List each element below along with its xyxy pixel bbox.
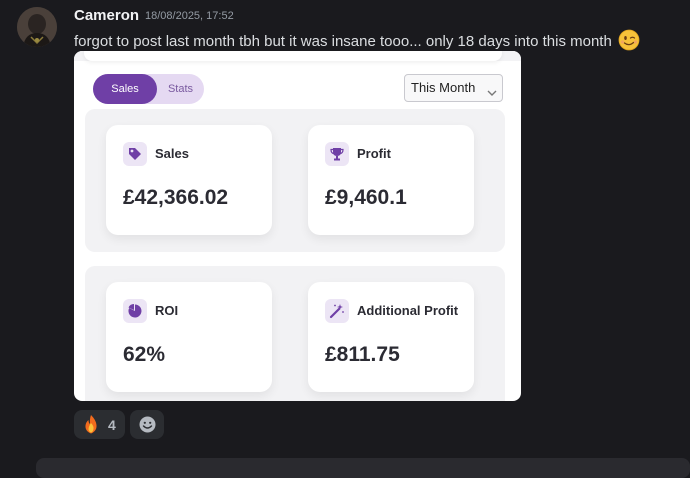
- smiley-icon: [138, 415, 157, 439]
- profit-card-label: Profit: [357, 146, 391, 161]
- additional-profit-card-label: Additional Profit: [357, 303, 459, 318]
- top-strip-card: [84, 51, 502, 61]
- roi-card-value: 62%: [123, 343, 166, 366]
- magic-wand-icon: [325, 299, 349, 323]
- period-select[interactable]: This Month: [404, 74, 503, 102]
- stats-panel-bottom: ROI 62% Additional Profit £811.75: [85, 266, 505, 401]
- image-attachment[interactable]: Sales Stats This Month Sales £42,366.02 …: [74, 51, 521, 401]
- avatar[interactable]: [17, 7, 57, 47]
- sales-card: Sales £42,366.02: [106, 125, 272, 235]
- reaction-count: 4: [108, 417, 116, 433]
- trophy-icon: [325, 142, 349, 166]
- message-timestamp: 18/08/2025, 17:52: [145, 10, 234, 22]
- period-select-value: This Month: [411, 80, 476, 95]
- sales-card-label: Sales: [155, 146, 189, 161]
- sales-card-value: £42,366.02: [123, 186, 229, 209]
- reaction-fire[interactable]: 4: [74, 410, 125, 439]
- additional-profit-card-value: £811.75: [325, 343, 400, 366]
- author-name[interactable]: Cameron: [74, 7, 139, 24]
- chevron-down-icon: [487, 84, 497, 102]
- pie-chart-icon: [123, 299, 147, 323]
- roi-card-label: ROI: [155, 303, 179, 318]
- toggle-sales[interactable]: Sales: [93, 74, 157, 104]
- tag-icon: [123, 142, 147, 166]
- stats-panel-top: Sales £42,366.02 Profit £9,460.1: [85, 109, 505, 252]
- profit-card: Profit £9,460.1: [308, 125, 474, 235]
- chat-message: Cameron 18/08/2025, 17:52 forgot to post…: [0, 0, 690, 478]
- message-composer[interactable]: [36, 458, 690, 478]
- message-text: forgot to post last month tbh but it was…: [74, 33, 612, 50]
- add-reaction-button[interactable]: [130, 410, 164, 439]
- winking-face-emoji-icon: [618, 29, 640, 55]
- toggle-stats[interactable]: Stats: [157, 74, 204, 104]
- fire-icon: [81, 414, 101, 440]
- profit-card-value: £9,460.1: [325, 186, 407, 209]
- roi-card: ROI 62%: [106, 282, 272, 392]
- top-strip: [74, 51, 521, 61]
- additional-profit-card: Additional Profit £811.75: [308, 282, 474, 392]
- sales-stats-toggle: Sales Stats: [93, 74, 204, 104]
